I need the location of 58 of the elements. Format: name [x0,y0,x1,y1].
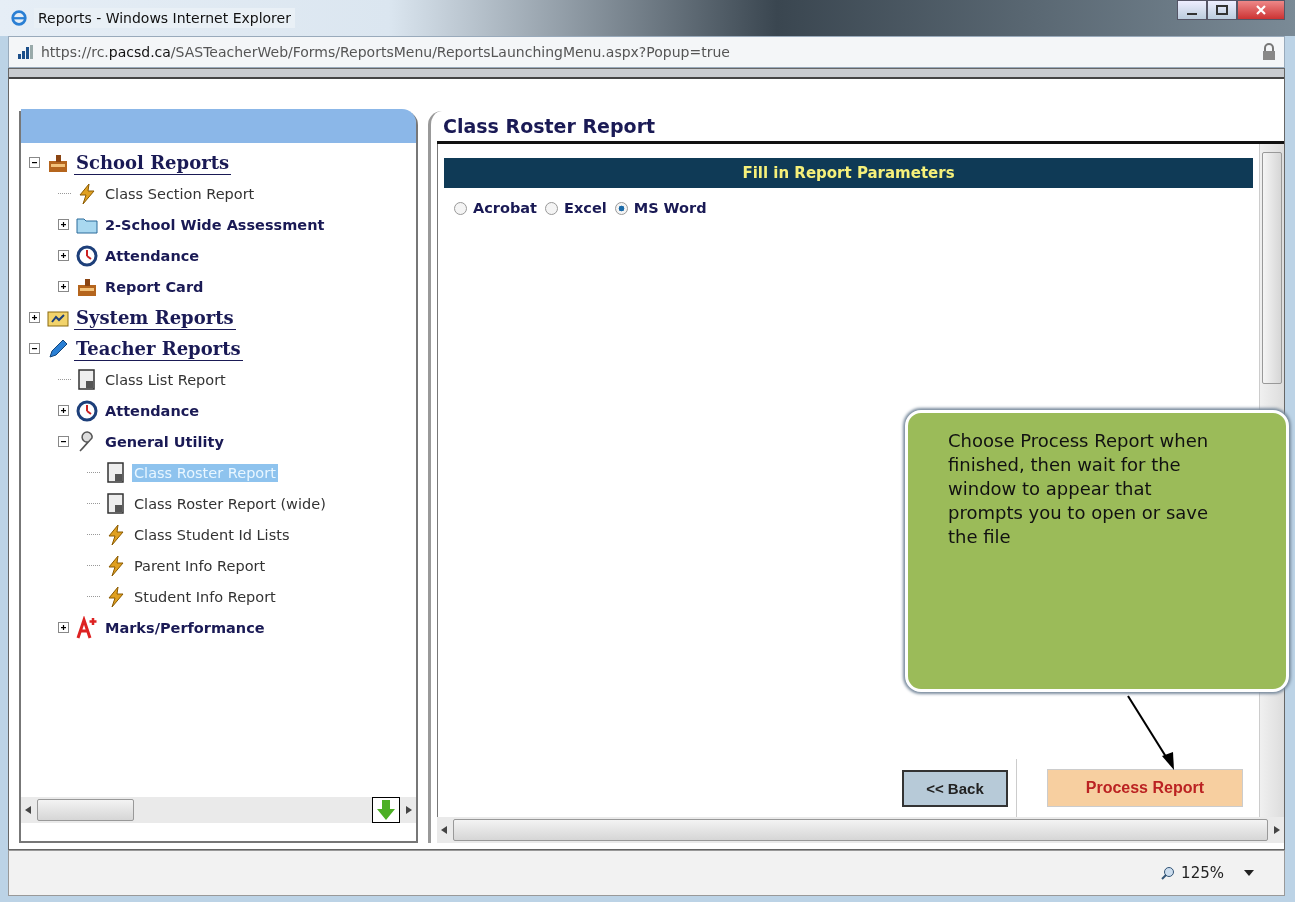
tree-item[interactable]: Class Student Id Lists [132,525,292,544]
lock-icon [1262,43,1276,61]
scrollbar-thumb[interactable] [453,819,1268,841]
format-label: Excel [564,200,607,216]
tree-item[interactable]: General Utility [103,432,226,451]
scroll-left-icon[interactable] [25,806,31,814]
scroll-right-icon[interactable] [406,806,412,814]
expander-toggle[interactable] [58,250,69,261]
parameters-header: Fill in Report Parameters [444,158,1253,188]
maximize-icon [1216,5,1228,15]
zoom-icon [1161,866,1176,880]
report-title: Class Roster Report [437,111,1284,144]
close-button[interactable] [1237,0,1285,20]
tree-item[interactable]: School Reports [74,150,232,175]
tree-item[interactable]: Report Card [103,277,206,296]
tree-item[interactable]: Attendance [103,401,202,420]
expander-toggle[interactable] [58,405,69,416]
format-label: Acrobat [473,200,538,216]
radio-button[interactable] [454,201,467,215]
callout-text: Choose Process Report when finished, then wait for the window to appear that prompts you to open or save the file [948,429,1210,549]
tree-item[interactable]: System Reports [74,305,236,330]
tree-item[interactable]: Parent Info Report [132,556,268,575]
minimize-button[interactable] [1177,0,1207,20]
expander-toggle[interactable] [58,281,69,292]
format-label: MS Word [633,200,707,216]
scroll-left-icon[interactable] [441,826,447,834]
scrollbar-thumb[interactable] [1262,152,1282,384]
tree-item[interactable]: Student Info Report [132,587,278,606]
tree-item[interactable]: 2-School Wide Assessment [103,215,327,234]
expander-toggle[interactable] [58,436,69,447]
radio-button[interactable] [614,201,628,215]
zoom-level[interactable]: 125% [1181,864,1224,882]
tree-item[interactable]: Class List Report [103,370,228,389]
expander-toggle[interactable] [58,622,69,633]
expander-toggle[interactable] [29,343,40,354]
dropdown-arrow-icon[interactable] [1244,870,1254,876]
close-icon [1255,5,1267,15]
signal-icon [17,44,35,60]
expander-toggle[interactable] [58,219,69,230]
scrollbar-thumb[interactable] [37,799,134,821]
process-report-button[interactable]: Process Report [1046,769,1243,807]
tree-item[interactable]: Class Section Report [103,184,257,203]
browser-logo-icon [10,9,28,27]
tree-item[interactable]: Teacher Reports [74,336,243,361]
minimize-icon [1187,13,1197,15]
tree-item[interactable]: Class Roster Report (wide) [132,494,328,513]
expander-toggle[interactable] [29,157,40,168]
scroll-right-icon[interactable] [1274,826,1280,834]
clock-icon [75,243,99,268]
window-title: Reports - Windows Internet Explorer [34,8,295,28]
radio-button[interactable] [545,201,559,215]
grade-icon [75,615,99,640]
tree-item[interactable]: Attendance [103,246,202,265]
clock-icon [75,398,99,423]
expander-toggle[interactable] [29,312,40,323]
maximize-button[interactable] [1207,0,1237,20]
tree-item[interactable]: Marks/Performance [103,618,267,637]
back-button[interactable]: << Back [902,769,1008,807]
